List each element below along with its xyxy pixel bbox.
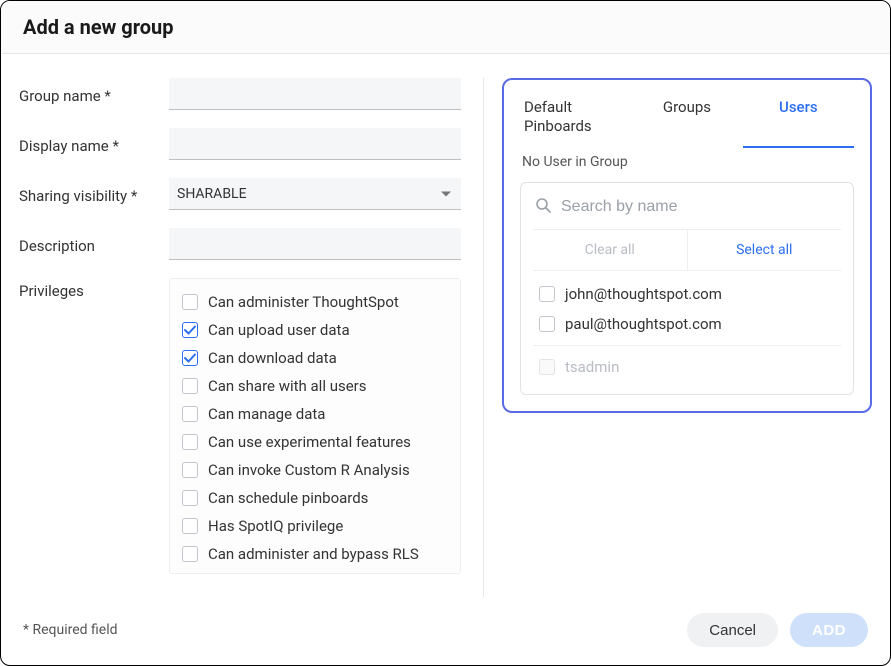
sharing-visibility-row: Sharing visibility * SHARABLE <box>19 178 461 210</box>
display-name-label: Display name * <box>19 133 169 155</box>
privilege-checkbox[interactable] <box>182 378 198 394</box>
privilege-row: Can share with all users <box>182 377 448 395</box>
tab-default-pinboards[interactable]: Default Pinboards <box>520 92 631 148</box>
no-user-note: No User in Group <box>522 154 854 170</box>
privilege-label: Can share with all users <box>208 377 366 395</box>
description-label: Description <box>19 233 169 255</box>
privilege-row: Can manage data <box>182 405 448 423</box>
privilege-row: Can schedule pinboards <box>182 489 448 507</box>
search-icon <box>535 197 551 217</box>
clear-all-button[interactable]: Clear all <box>533 230 688 270</box>
user-label: john@thoughtspot.com <box>565 285 722 303</box>
group-name-label: Group name * <box>19 83 169 105</box>
description-input[interactable] <box>169 228 461 260</box>
cancel-button[interactable]: Cancel <box>687 613 778 647</box>
privilege-row: Can administer and bypass RLS <box>182 545 448 563</box>
sharing-visibility-value: SHARABLE <box>177 186 247 202</box>
dialog-header: Add a new group <box>1 1 890 54</box>
privilege-row: Can administer ThoughtSpot <box>182 293 448 311</box>
sharing-visibility-label: Sharing visibility * <box>19 183 169 205</box>
privilege-checkbox[interactable] <box>182 294 198 310</box>
description-row: Description <box>19 228 461 260</box>
privilege-label: Can use experimental features <box>208 433 411 451</box>
user-checkbox[interactable] <box>539 286 555 302</box>
user-label: paul@thoughtspot.com <box>565 315 722 333</box>
membership-tabs: Default Pinboards Groups Users <box>520 92 854 148</box>
user-checkbox[interactable] <box>539 316 555 332</box>
user-checkbox <box>539 359 555 375</box>
user-search-row <box>533 193 841 227</box>
privilege-checkbox[interactable] <box>182 490 198 506</box>
dialog-footer: * Required field Cancel ADD <box>1 603 890 665</box>
privilege-checkbox[interactable] <box>182 518 198 534</box>
privileges-row: Privileges Can administer ThoughtSpotCan… <box>19 278 461 574</box>
user-item: tsadmin <box>533 352 841 382</box>
user-label: tsadmin <box>565 358 619 376</box>
privilege-checkbox[interactable] <box>182 406 198 422</box>
privilege-label: Can download data <box>208 349 337 367</box>
membership-panel: Default Pinboards Groups Users No User i… <box>502 78 872 413</box>
privilege-checkbox[interactable] <box>182 462 198 478</box>
privilege-row: Has SpotIQ privilege <box>182 517 448 535</box>
user-list-disabled: tsadmin <box>533 352 841 382</box>
privilege-checkbox[interactable] <box>182 434 198 450</box>
add-group-dialog: Add a new group Group name * Display nam… <box>0 0 891 666</box>
privilege-checkbox[interactable] <box>182 546 198 562</box>
privilege-row: Can download data <box>182 349 448 367</box>
dialog-body: Group name * Display name * Sharing visi… <box>1 54 890 603</box>
privilege-label: Can administer ThoughtSpot <box>208 293 399 311</box>
chevron-down-icon <box>441 191 451 196</box>
vertical-divider <box>483 78 484 597</box>
tab-users[interactable]: Users <box>743 92 854 148</box>
dialog-title: Add a new group <box>23 15 868 39</box>
user-item: john@thoughtspot.com <box>533 279 841 309</box>
privilege-row: Can use experimental features <box>182 433 448 451</box>
user-selection-box: Clear all Select all john@thoughtspot.co… <box>520 182 854 395</box>
privileges-label: Privileges <box>19 278 169 300</box>
display-name-input[interactable] <box>169 128 461 160</box>
group-name-input[interactable] <box>169 78 461 110</box>
privilege-label: Can manage data <box>208 405 325 423</box>
add-button[interactable]: ADD <box>790 613 868 647</box>
required-field-note: * Required field <box>23 622 118 638</box>
privilege-row: Can invoke Custom R Analysis <box>182 461 448 479</box>
privilege-label: Can administer and bypass RLS <box>208 545 419 563</box>
privilege-label: Has SpotIQ privilege <box>208 517 343 535</box>
privilege-label: Can schedule pinboards <box>208 489 368 507</box>
membership-column: Default Pinboards Groups Users No User i… <box>488 78 872 597</box>
user-search-input[interactable] <box>559 197 839 217</box>
privilege-label: Can invoke Custom R Analysis <box>208 461 410 479</box>
privileges-box: Can administer ThoughtSpot Can upload use… <box>169 278 461 574</box>
user-item: paul@thoughtspot.com <box>533 309 841 339</box>
privilege-checkbox[interactable] <box>182 350 198 366</box>
privilege-checkbox[interactable] <box>182 322 198 338</box>
select-all-button[interactable]: Select all <box>688 230 842 270</box>
sharing-visibility-select[interactable]: SHARABLE <box>169 178 461 210</box>
form-column: Group name * Display name * Sharing visi… <box>19 78 479 597</box>
tab-groups[interactable]: Groups <box>631 92 742 148</box>
user-list-separator <box>533 345 841 346</box>
display-name-row: Display name * <box>19 128 461 160</box>
privilege-row: Can upload user data <box>182 321 448 339</box>
privilege-label: Can upload user data <box>208 321 350 339</box>
group-name-row: Group name * <box>19 78 461 110</box>
user-list: john@thoughtspot.com paul@thoughtspot.com <box>533 279 841 339</box>
user-action-row: Clear all Select all <box>533 229 841 271</box>
